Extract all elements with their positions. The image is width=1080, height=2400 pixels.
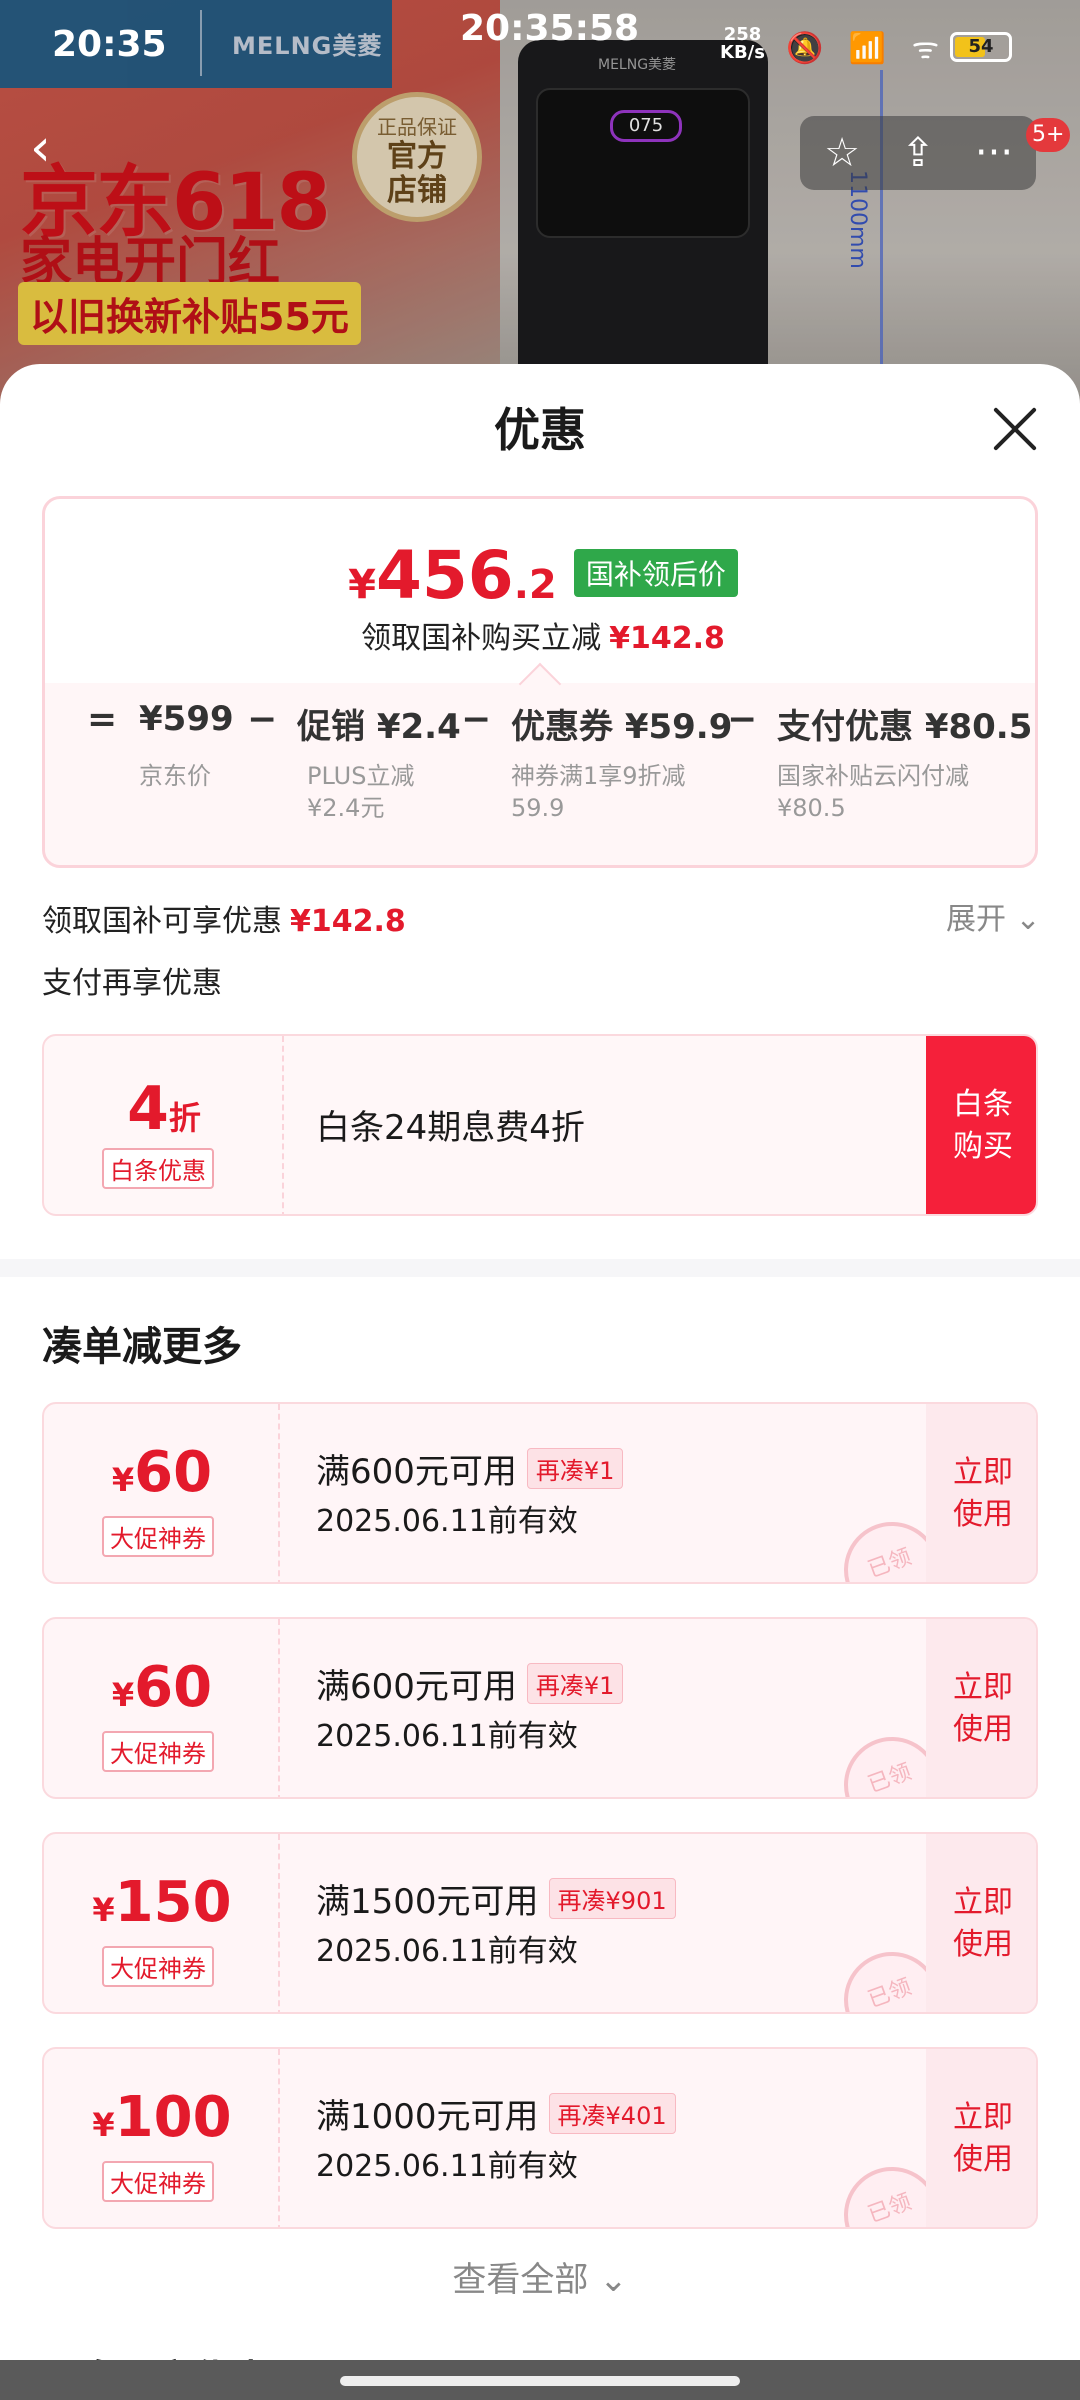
battery-icon: 54 — [950, 32, 1012, 62]
see-all-link[interactable]: 查看全部 ⌄ — [0, 2252, 1080, 2301]
message-badge: 5+ — [1026, 118, 1071, 152]
breakdown-coupon-note-2: 59.9 — [511, 794, 565, 822]
coupon-amount: ¥100 — [92, 2085, 232, 2150]
coupon-chip: 大促神券 — [102, 1516, 214, 1557]
section-separator — [0, 1259, 1080, 1277]
network-speed-unit: KB/s — [720, 42, 765, 63]
final-price-tag: 国补领后价 — [573, 549, 738, 597]
use-now-button[interactable]: 立即 使用 — [926, 1404, 1036, 1582]
coupon-validity: 2025.06.11前有效 — [316, 1934, 578, 1969]
status-time: 20:35 — [52, 24, 167, 65]
status-clock: 20:35:58 — [460, 8, 640, 49]
close-icon[interactable] — [990, 404, 1040, 454]
baitiao-chip: 白条优惠 — [102, 1148, 214, 1189]
use-now-button[interactable]: 立即 使用 — [926, 1834, 1036, 2012]
section-title: 凑单减更多 — [42, 1324, 242, 1370]
breakdown-minus-1: − — [247, 699, 278, 740]
coupon-amount: ¥150 — [92, 1870, 232, 1935]
baitiao-buy-label-1: 白条 — [953, 1087, 1013, 1122]
coupon-chip: 大促神券 — [102, 1731, 214, 1772]
savings-text: 领取国补购买立减 — [361, 621, 602, 656]
savings-line: 领取国补购买立减 ¥142.8 — [45, 613, 1041, 657]
baitiao-offer-card: 4折 白条优惠 白条24期息费4折 白条 购买 — [42, 1034, 1038, 1216]
battery-level: 54 — [968, 36, 994, 57]
coupon-condition: 满1000元可用 再凑¥401 — [316, 2089, 676, 2138]
subsidy-value: ¥142.8 — [290, 904, 406, 939]
final-price-integer: 456 — [375, 537, 514, 614]
final-price-decimal: .2 — [513, 562, 557, 608]
coupon-card: ¥100 大促神券 满1000元可用 再凑¥401 2025.06.11前有效 已… — [42, 2047, 1038, 2229]
breakdown-pay: 支付优惠 ¥80.5 — [777, 707, 1033, 747]
home-gesture-handle[interactable] — [340, 2376, 740, 2386]
coupon-amount: ¥60 — [111, 1440, 213, 1505]
status-bar: 20:35 20:35:58 258 KB/s 🔕 📶 ᯤ 54 — [0, 0, 1080, 88]
savings-value: ¥142.8 — [609, 621, 725, 656]
breakdown-promo-note-1: PLUS立减 — [307, 762, 415, 790]
pay-more-label: 支付再享优惠 — [42, 966, 222, 1001]
coupon-condition: 满600元可用 再凑¥1 — [316, 1444, 624, 1493]
final-price: ¥456.2 国补领后价 — [45, 537, 1041, 614]
coupon-add-more: 再凑¥401 — [548, 2093, 676, 2134]
coupon-chip: 大促神券 — [102, 1946, 214, 1987]
more-icon[interactable]: ··· — [964, 124, 1024, 182]
breakdown-promo-note-2: ¥2.4元 — [307, 794, 385, 822]
coupon-card: ¥60 大促神券 满600元可用 再凑¥1 2025.06.11前有效 已领 立即… — [42, 1617, 1038, 1799]
network-speed: 258 KB/s — [720, 26, 765, 62]
baitiao-left: 4折 白条优惠 — [44, 1036, 284, 1214]
coupon-amount: ¥60 — [111, 1655, 213, 1720]
discount-sheet: 优惠 ¥456.2 国补领后价 领取国补购买立减 ¥142.8 = ¥599 京东… — [0, 364, 1080, 2400]
breakdown-base: ¥599 — [139, 699, 234, 739]
coupon-chip: 大促神券 — [102, 2161, 214, 2202]
coupon-condition: 满1500元可用 再凑¥901 — [316, 1874, 676, 1923]
baitiao-text: 白条24期息费4折 — [316, 1108, 585, 1148]
top-action-group: ☆ ⇪ ··· — [800, 116, 1036, 190]
breakdown-pay-note-1: 国家补贴云闪付减 — [777, 762, 969, 790]
baitiao-discount-unit: 折 — [168, 1099, 201, 1137]
subsidy-label: 领取国补可享优惠 — [42, 904, 282, 939]
breakdown-promo: 促销 ¥2.4 — [297, 707, 461, 747]
coupon-add-more: 再凑¥901 — [548, 1878, 676, 1919]
signal-icons: 🔕 📶 ᯤ — [786, 31, 948, 66]
coupon-condition: 满600元可用 再凑¥1 — [316, 1659, 624, 1708]
subsidy-line: 领取国补可享优惠 ¥142.8 — [42, 896, 406, 940]
coupon-validity: 2025.06.11前有效 — [316, 1504, 578, 1539]
coupon-validity: 2025.06.11前有效 — [316, 1719, 578, 1754]
breakdown-coupon: 优惠券 ¥59.9 — [511, 707, 733, 747]
baitiao-buy-button[interactable]: 白条 购买 — [926, 1036, 1036, 1214]
coupon-left: ¥100 大促神券 — [44, 2049, 280, 2227]
baitiao-discount: 4折 — [44, 1074, 284, 1144]
coupon-left: ¥60 大促神券 — [44, 1619, 280, 1797]
breakdown-minus-3: − — [727, 699, 758, 740]
final-price-yen: ¥ — [348, 562, 376, 608]
back-icon[interactable]: ‹ — [30, 120, 90, 180]
breakdown-coupon-note-1: 神券满1享9折减 — [511, 762, 686, 790]
coupon-card: ¥60 大促神券 满600元可用 再凑¥1 2025.06.11前有效 已领 立即… — [42, 1402, 1038, 1584]
breakdown-pay-note-2: ¥80.5 — [777, 794, 846, 822]
breakdown-minus-2: − — [461, 699, 492, 740]
coupon-add-more: 再凑¥1 — [526, 1448, 624, 1489]
baitiao-discount-num: 4 — [127, 1074, 169, 1144]
baitiao-buy-label-2: 购买 — [953, 1129, 1013, 1164]
coupon-left: ¥150 大促神券 — [44, 1834, 280, 2012]
coupon-left: ¥60 大促神券 — [44, 1404, 280, 1582]
breakdown-base-note: 京东价 — [139, 762, 211, 790]
price-card: ¥456.2 国补领后价 领取国补购买立减 ¥142.8 = ¥599 京东价 −… — [42, 496, 1038, 868]
system-nav-bar — [0, 2360, 1080, 2400]
use-now-button[interactable]: 立即 使用 — [926, 2049, 1036, 2227]
share-icon[interactable]: ⇪ — [888, 124, 948, 182]
sheet-title: 优惠 — [494, 403, 586, 457]
coupon-card: ¥150 大促神券 满1500元可用 再凑¥901 2025.06.11前有效 已… — [42, 1832, 1038, 2014]
coupon-add-more: 再凑¥1 — [526, 1663, 624, 1704]
coupon-validity: 2025.06.11前有效 — [316, 2149, 578, 2184]
expand-toggle[interactable]: 展开 ⌄ — [946, 894, 1041, 938]
use-now-button[interactable]: 立即 使用 — [926, 1619, 1036, 1797]
breakdown-equals: = — [87, 699, 118, 740]
favorite-icon[interactable]: ☆ — [812, 124, 872, 182]
